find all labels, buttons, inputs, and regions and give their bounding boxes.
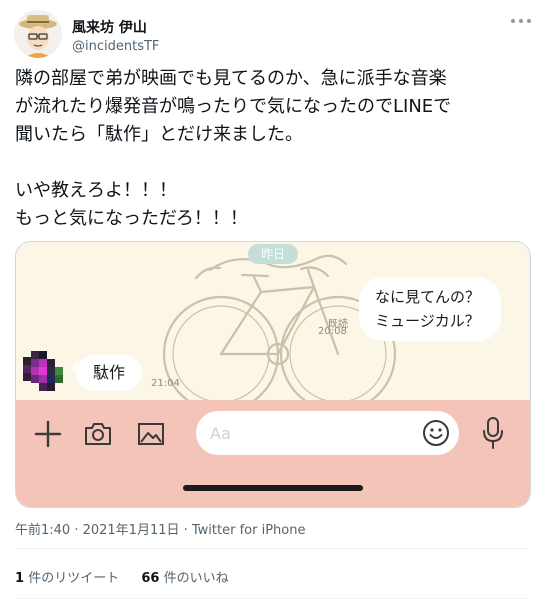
- emoji-icon[interactable]: [422, 419, 450, 447]
- message-input[interactable]: [196, 411, 459, 455]
- tweet-line: もっと気になっただろ！！！: [15, 208, 248, 229]
- divider: [15, 548, 530, 549]
- line-input-toolbar: [16, 400, 530, 507]
- more-dot: [511, 19, 515, 23]
- tweet-stats: 1 件のリツイート 66 件のいいね: [15, 567, 247, 586]
- date-separator-chip: 昨日: [248, 244, 298, 264]
- user-handle[interactable]: @incidentsTF: [72, 39, 159, 54]
- sent-message-line: ミュージカル？: [375, 312, 480, 330]
- tweet-line: が流れたり爆発音が鳴ったりで気になったのでLINEで: [15, 96, 452, 117]
- divider: [15, 598, 530, 599]
- tweet-line: 聞いたら「駄作」とだけ来ました。: [15, 124, 303, 145]
- tweet-line: いや教えろよ！！！: [15, 180, 177, 201]
- line-chat-area: 昨日 既読 20:08 なに見てんの？ ミュージカル？ 駄作 21:04: [16, 242, 530, 400]
- plus-icon[interactable]: [33, 419, 63, 449]
- tweet-header: 風来坊 伊山 @incidentsTF: [14, 8, 531, 64]
- received-message-bubble[interactable]: 駄作: [70, 355, 142, 391]
- camera-icon[interactable]: [83, 419, 113, 449]
- tweet-media-image[interactable]: 昨日 既読 20:08 なに見てんの？ ミュージカル？ 駄作 21:04 Aa: [15, 241, 531, 508]
- sent-message-bubble[interactable]: なに見てんの？ ミュージカル？: [359, 277, 501, 341]
- likes-stat[interactable]: 66 件のいいね: [141, 571, 228, 586]
- tweet-timestamp[interactable]: 午前1:40 · 2021年1月11日 · Twitter for iPhone: [15, 519, 305, 538]
- tweet-line-blank: [15, 149, 530, 177]
- retweets-stat[interactable]: 1 件のリツイート: [15, 571, 119, 586]
- friend-avatar-pixelated: [23, 351, 63, 391]
- user-display-name[interactable]: 風来坊 伊山: [72, 17, 147, 37]
- tweet-line: 隣の部屋で弟が映画でも見てるのか、急に派手な音楽: [15, 68, 447, 89]
- received-message-time: 21:04: [151, 378, 180, 389]
- user-avatar[interactable]: [14, 10, 62, 58]
- sent-message-line: なに見てんの？: [375, 288, 481, 306]
- tweet-text: 隣の部屋で弟が映画でも見てるのか、急に派手な音楽 が流れたり爆発音が鳴ったりで気…: [15, 65, 530, 233]
- avatar-illustration: [14, 10, 62, 58]
- retweets-count: 1: [15, 571, 25, 586]
- microphone-icon[interactable]: [482, 416, 504, 450]
- sent-message-time: 20:08: [318, 326, 347, 337]
- more-horizontal-icon[interactable]: [511, 14, 531, 28]
- likes-label: 件のいいね: [163, 571, 229, 586]
- likes-count: 66: [141, 571, 160, 586]
- image-icon[interactable]: [136, 419, 166, 449]
- more-dot: [519, 19, 523, 23]
- home-indicator-bar: [183, 485, 363, 491]
- more-dot: [527, 19, 531, 23]
- retweets-label: 件のリツイート: [28, 571, 120, 586]
